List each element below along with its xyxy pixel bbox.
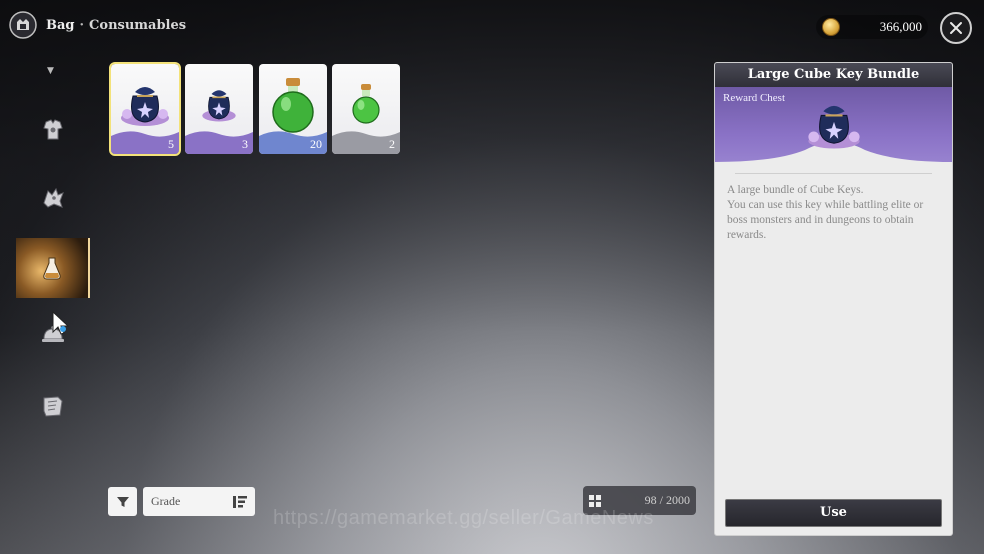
item-detail-title: Large Cube Key Bundle xyxy=(715,63,952,87)
breadcrumb-section: Bag xyxy=(46,17,75,33)
item-count: 3 xyxy=(242,137,248,151)
gold-currency-display: 366,000 xyxy=(816,15,928,39)
item-kind-label: Reward Chest xyxy=(723,92,786,104)
item-description: A large bundle of Cube Keys. You can use… xyxy=(727,184,924,241)
item-detail-panel: Large Cube Key Bundle Reward Chest A lar… xyxy=(714,62,953,536)
item-detail-hero: Reward Chest xyxy=(715,87,952,168)
cube-key-bag-large-icon xyxy=(121,86,169,126)
use-button[interactable]: Use xyxy=(725,499,942,527)
sort-label: Grade xyxy=(151,494,181,508)
close-icon xyxy=(950,22,962,34)
item-count: 5 xyxy=(168,137,174,151)
nav-item-consumables[interactable] xyxy=(16,238,90,298)
potion-flask-icon xyxy=(43,257,61,280)
green-potion-small-icon xyxy=(352,83,380,124)
header: Bag · Consumables xyxy=(8,10,186,40)
bag-logo-icon xyxy=(9,11,37,39)
sort-order-icon xyxy=(233,495,247,508)
armor-icon xyxy=(43,119,63,140)
detail-divider xyxy=(715,167,952,179)
breadcrumb-category: Consumables xyxy=(89,17,187,33)
filter-button[interactable] xyxy=(108,487,137,516)
nav-item-equipment[interactable] xyxy=(16,100,90,160)
mouse-cursor-icon xyxy=(52,310,70,335)
green-potion-large-icon xyxy=(272,77,314,133)
item-slot-large-potion[interactable]: 20 xyxy=(259,64,327,154)
item-count: 20 xyxy=(310,137,322,151)
nav-item-pets[interactable] xyxy=(16,168,90,228)
gold-coin-icon xyxy=(822,18,840,36)
filter-funnel-icon xyxy=(116,496,129,507)
cube-key-bag-large-icon xyxy=(807,105,860,149)
item-slot-large-cube-key-bundle[interactable]: 5 xyxy=(109,62,181,156)
dragon-emblem-icon xyxy=(43,187,64,208)
item-slot-cube-key-bundle[interactable]: 3 xyxy=(185,64,253,154)
scroll-map-icon xyxy=(43,396,63,417)
gold-amount: 366,000 xyxy=(879,19,922,34)
item-slot-potion[interactable]: 2 xyxy=(332,64,400,154)
grid-view-icon xyxy=(589,494,601,507)
breadcrumb-separator: · xyxy=(79,17,85,33)
breadcrumb: Bag · Consumables xyxy=(46,18,186,33)
close-button[interactable] xyxy=(940,12,972,44)
capacity-value: 98 / 2000 xyxy=(644,493,690,507)
item-count: 2 xyxy=(389,137,395,151)
sort-dropdown[interactable]: Grade xyxy=(143,487,255,516)
nav-scroll-up-icon[interactable]: ▼ xyxy=(47,66,54,76)
watermark-text: https://gamemarket.gg/seller/GameNews xyxy=(273,507,654,529)
nav-item-materials[interactable] xyxy=(16,376,90,436)
cube-key-bag-icon xyxy=(202,89,236,122)
